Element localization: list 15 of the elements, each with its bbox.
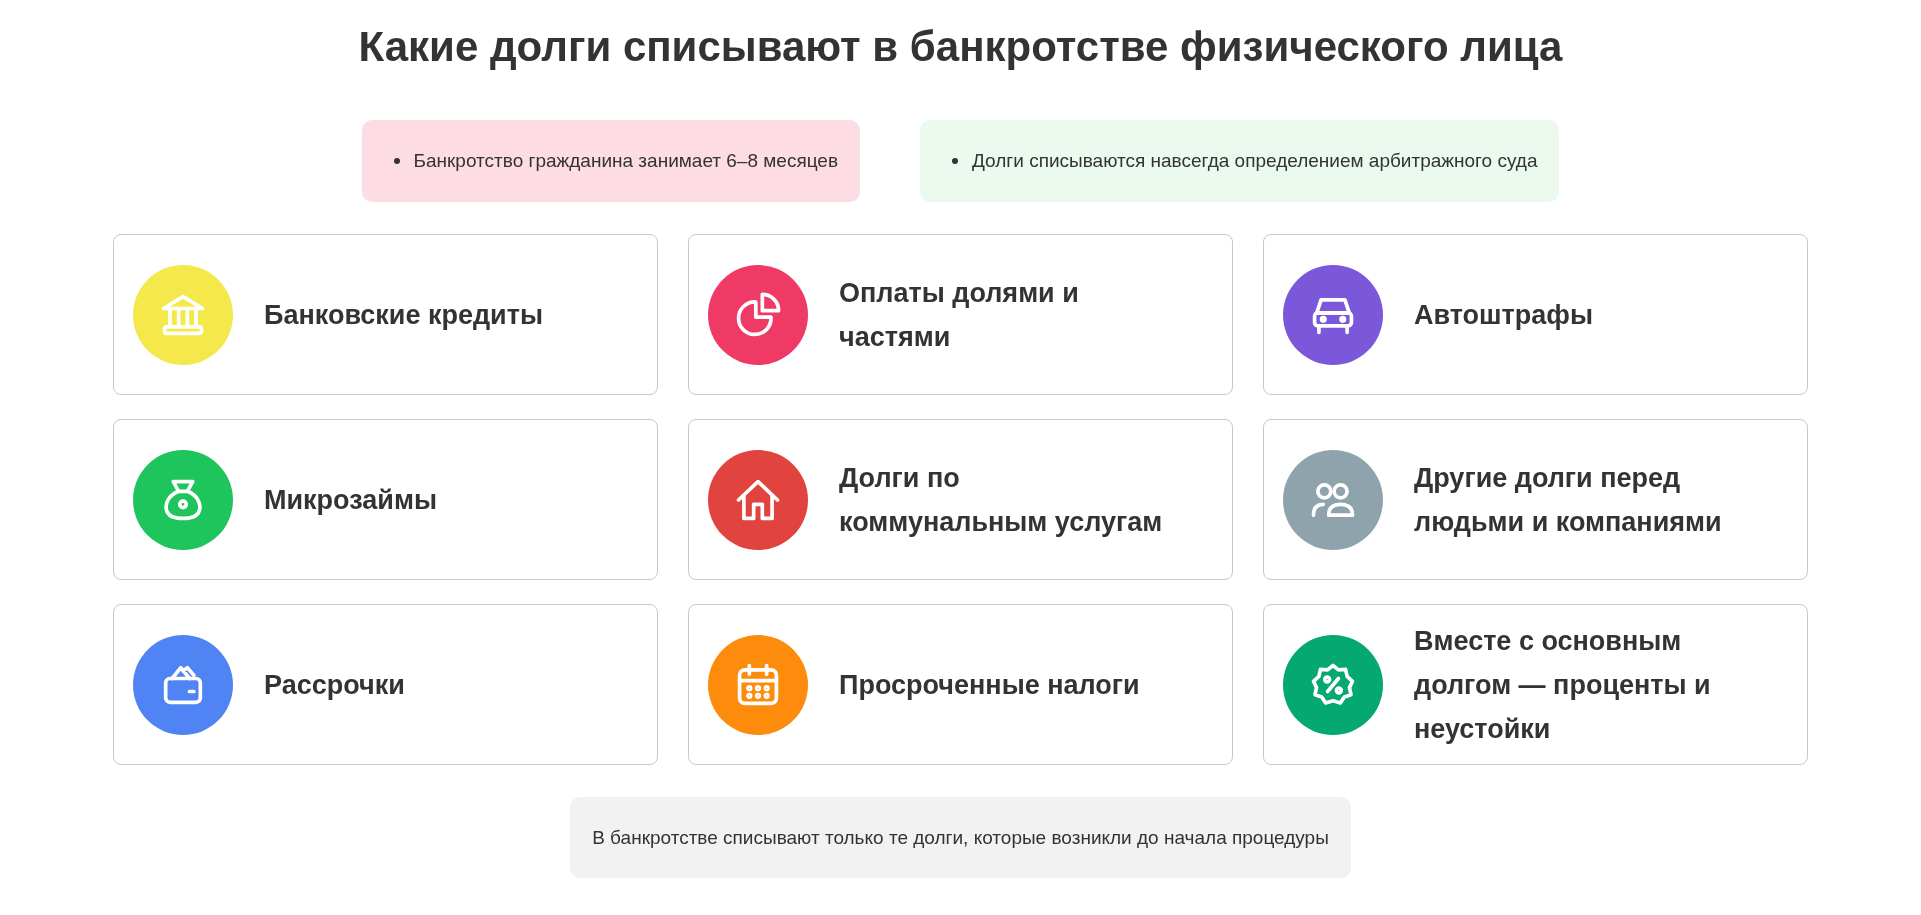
note-text: Долги списываются навсегда определением арбитражного суда <box>972 150 1538 172</box>
bullet-icon <box>393 158 400 164</box>
card-label: Вместе с основным долгом — проценты и неустойки <box>1414 624 1711 746</box>
card-label: Оплаты долями и частями <box>839 276 1079 354</box>
card-label: Микрозаймы <box>264 483 437 517</box>
card-label: Банковские кредиты <box>264 298 543 332</box>
card-label: Автоштрафы <box>1414 298 1594 332</box>
page-title: Какие долги списывают в банкротстве физического лица <box>358 22 1563 72</box>
card-label: Рассрочки <box>264 668 405 702</box>
card-label: Долги по коммунальным услугам <box>839 461 1163 539</box>
card-label: Другие долги перед людьми и компаниями <box>1414 461 1722 539</box>
footer-note: В банкротстве списывают только те долги, которые возникли до начала процедуры <box>570 797 1351 878</box>
note-text: Банкротство гражданина занимает 6–8 месяцев <box>413 150 839 172</box>
bullet-icon <box>952 158 959 164</box>
card-label: Просроченные налоги <box>839 668 1140 702</box>
